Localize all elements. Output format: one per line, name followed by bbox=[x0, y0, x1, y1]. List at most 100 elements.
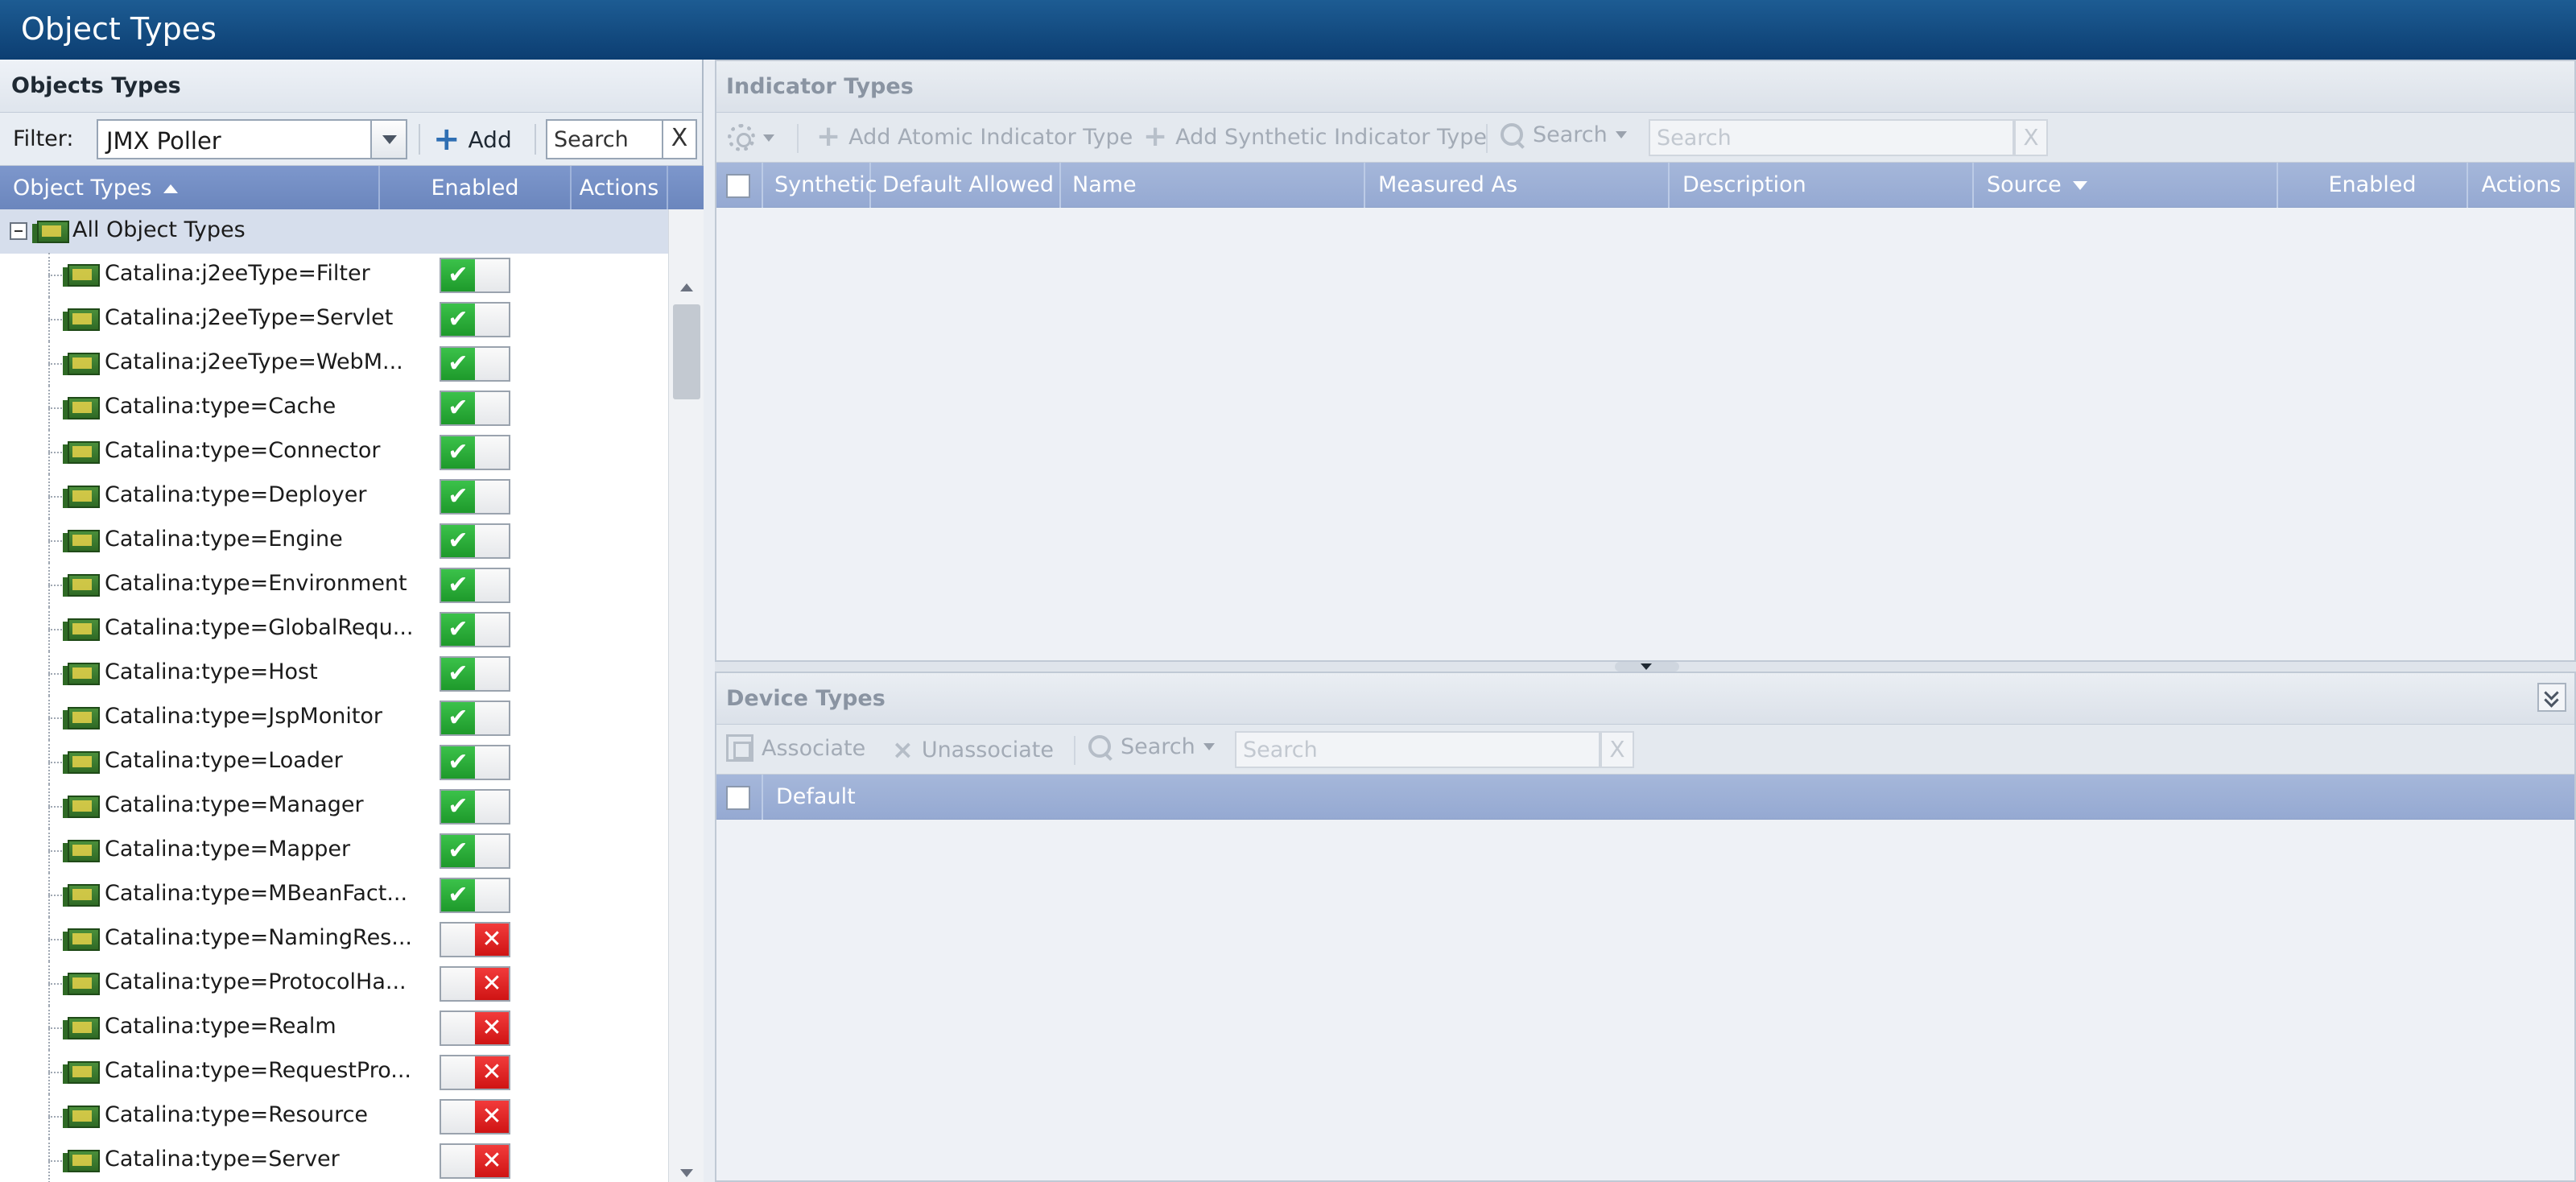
enabled-toggle-off[interactable]: ✕ bbox=[440, 1143, 510, 1179]
toolbar-separator bbox=[535, 124, 536, 155]
enabled-toggle-on[interactable]: ✔ bbox=[440, 435, 510, 470]
column-description[interactable]: Description bbox=[1670, 163, 1974, 208]
enabled-toggle-on[interactable]: ✔ bbox=[440, 346, 510, 382]
enabled-toggle-off[interactable]: ✕ bbox=[440, 922, 510, 957]
tree-root-row[interactable]: All Object Types bbox=[0, 209, 668, 254]
select-all-checkbox[interactable] bbox=[726, 174, 750, 198]
tree-row[interactable]: Catalina:type=Host ✔ bbox=[0, 651, 668, 696]
search-placeholder: Search bbox=[1657, 126, 1732, 151]
sort-ascending-icon bbox=[163, 184, 178, 193]
sort-descending-icon bbox=[2072, 181, 2087, 190]
tree-row[interactable]: Catalina:type=JspMonitor ✔ bbox=[0, 696, 668, 740]
scroll-up-icon[interactable] bbox=[680, 283, 693, 291]
tree-row[interactable]: Catalina:type=Cache ✔ bbox=[0, 386, 668, 430]
tree-row[interactable]: Catalina:type=Loader ✔ bbox=[0, 740, 668, 784]
tree-row[interactable]: Catalina:type=Resource ✕ bbox=[0, 1094, 668, 1139]
check-icon: ✔ bbox=[448, 659, 469, 688]
tree-row[interactable]: Catalina:type=Server ✕ bbox=[0, 1139, 668, 1182]
tree-row[interactable]: Catalina:type=Realm ✕ bbox=[0, 1006, 668, 1050]
panel-splitter[interactable] bbox=[715, 662, 2576, 672]
enabled-toggle-on[interactable]: ✔ bbox=[440, 302, 510, 337]
search-icon bbox=[1501, 122, 1525, 147]
jmx-icon bbox=[63, 486, 100, 508]
column-enabled[interactable]: Enabled bbox=[2278, 163, 2468, 208]
enabled-toggle-off[interactable]: ✕ bbox=[440, 1099, 510, 1134]
tree-row[interactable]: Catalina:j2eeType=WebM... ✔ bbox=[0, 341, 668, 386]
device-grid-header: Default bbox=[716, 775, 2574, 820]
clear-search-button[interactable]: X bbox=[1600, 731, 1634, 768]
column-measured-as[interactable]: Measured As bbox=[1365, 163, 1670, 208]
device-search-input[interactable]: Search bbox=[1235, 731, 1600, 768]
associate-button[interactable]: Associate bbox=[726, 734, 865, 762]
enabled-toggle-off[interactable]: ✕ bbox=[440, 1010, 510, 1046]
enabled-toggle-on[interactable]: ✔ bbox=[440, 479, 510, 515]
enabled-toggle-on[interactable]: ✔ bbox=[440, 878, 510, 913]
enabled-toggle-off[interactable]: ✕ bbox=[440, 966, 510, 1002]
enabled-toggle-on[interactable]: ✔ bbox=[440, 789, 510, 825]
column-default[interactable]: Default bbox=[763, 775, 2574, 820]
add-label: Add bbox=[468, 126, 512, 153]
enabled-toggle-on[interactable]: ✔ bbox=[440, 833, 510, 869]
device-search-menu[interactable]: Search bbox=[1088, 734, 1215, 759]
clear-search-button[interactable]: X bbox=[2014, 119, 2048, 156]
add-synthetic-indicator-button[interactable]: + Add Synthetic Indicator Type bbox=[1143, 122, 1487, 151]
column-source[interactable]: Source bbox=[1974, 163, 2278, 208]
enabled-toggle-on[interactable]: ✔ bbox=[440, 612, 510, 647]
enabled-toggle-on[interactable]: ✔ bbox=[440, 523, 510, 559]
tree-row[interactable]: Catalina:type=Engine ✔ bbox=[0, 519, 668, 563]
scroll-thumb[interactable] bbox=[673, 304, 700, 399]
tree-row[interactable]: Catalina:type=Mapper ✔ bbox=[0, 829, 668, 873]
settings-menu-button[interactable] bbox=[728, 124, 774, 151]
enabled-toggle-off[interactable]: ✕ bbox=[440, 1055, 510, 1090]
column-synthetic[interactable]: Synthetic bbox=[763, 163, 877, 208]
object-type-label: Catalina:type=Engine bbox=[105, 527, 343, 552]
tree-row[interactable]: Catalina:type=ProtocolHa... ✕ bbox=[0, 961, 668, 1006]
add-button[interactable]: + Add bbox=[433, 122, 512, 156]
chevron-down-icon[interactable] bbox=[370, 121, 406, 158]
object-type-label: Catalina:type=Server bbox=[105, 1147, 340, 1172]
column-default-allowed[interactable]: Default Allowed bbox=[871, 163, 1061, 208]
search-label: Search bbox=[1121, 734, 1195, 759]
scroll-down-icon[interactable] bbox=[680, 1169, 693, 1177]
column-actions[interactable]: Actions bbox=[2468, 163, 2574, 208]
clear-search-button[interactable]: X bbox=[662, 121, 696, 158]
enabled-toggle-on[interactable]: ✔ bbox=[440, 745, 510, 780]
indicator-search-menu[interactable]: Search bbox=[1501, 122, 1627, 147]
filter-select[interactable]: JMX Poller bbox=[97, 119, 407, 159]
select-all-checkbox[interactable] bbox=[726, 786, 750, 810]
tree-row[interactable]: Catalina:type=Connector ✔ bbox=[0, 430, 668, 474]
object-type-label: Catalina:type=Cache bbox=[105, 394, 336, 419]
check-icon: ✔ bbox=[448, 615, 469, 643]
enabled-toggle-on[interactable]: ✔ bbox=[440, 568, 510, 603]
collapse-icon[interactable] bbox=[10, 222, 27, 240]
toolbar-separator bbox=[419, 124, 420, 155]
tree-row[interactable]: Catalina:j2eeType=Filter ✔ bbox=[0, 253, 668, 297]
column-actions-label: Actions bbox=[579, 176, 659, 200]
unassociate-button[interactable]: × Unassociate bbox=[892, 734, 1054, 765]
column-object-types[interactable]: Object Types bbox=[0, 166, 380, 209]
column-name[interactable]: Name bbox=[1061, 163, 1365, 208]
tree-scrollbar[interactable] bbox=[668, 209, 704, 1182]
enabled-toggle-on[interactable]: ✔ bbox=[440, 701, 510, 736]
tree-row[interactable]: Catalina:j2eeType=Servlet ✔ bbox=[0, 297, 668, 341]
enabled-toggle-on[interactable]: ✔ bbox=[440, 391, 510, 426]
tree-row[interactable]: Catalina:type=Manager ✔ bbox=[0, 784, 668, 829]
tree-row[interactable]: Catalina:type=NamingRes... ✕ bbox=[0, 917, 668, 961]
add-atomic-indicator-button[interactable]: + Add Atomic Indicator Type bbox=[816, 122, 1133, 151]
objects-search-input[interactable]: Search X bbox=[546, 119, 697, 159]
tree-row[interactable]: Catalina:type=Deployer ✔ bbox=[0, 474, 668, 519]
indicator-search-input[interactable]: Search bbox=[1649, 119, 2014, 156]
collapse-panel-icon[interactable] bbox=[2537, 683, 2566, 712]
tree-row[interactable]: Catalina:type=RequestPro... ✕ bbox=[0, 1050, 668, 1094]
column-actions[interactable]: Actions bbox=[572, 166, 668, 209]
tree-row[interactable]: Catalina:type=GlobalRequ... ✔ bbox=[0, 607, 668, 651]
close-icon: ✕ bbox=[481, 1014, 502, 1042]
search-label: Search bbox=[1533, 122, 1608, 147]
tree-row[interactable]: Catalina:type=MBeanFact... ✔ bbox=[0, 873, 668, 917]
enabled-toggle-on[interactable]: ✔ bbox=[440, 656, 510, 692]
enabled-toggle-on[interactable]: ✔ bbox=[440, 258, 510, 293]
splitter-handle-icon[interactable] bbox=[1615, 662, 1679, 672]
object-type-label: Catalina:type=JspMonitor bbox=[105, 704, 383, 729]
column-enabled[interactable]: Enabled bbox=[380, 166, 572, 209]
tree-row[interactable]: Catalina:type=Environment ✔ bbox=[0, 563, 668, 607]
